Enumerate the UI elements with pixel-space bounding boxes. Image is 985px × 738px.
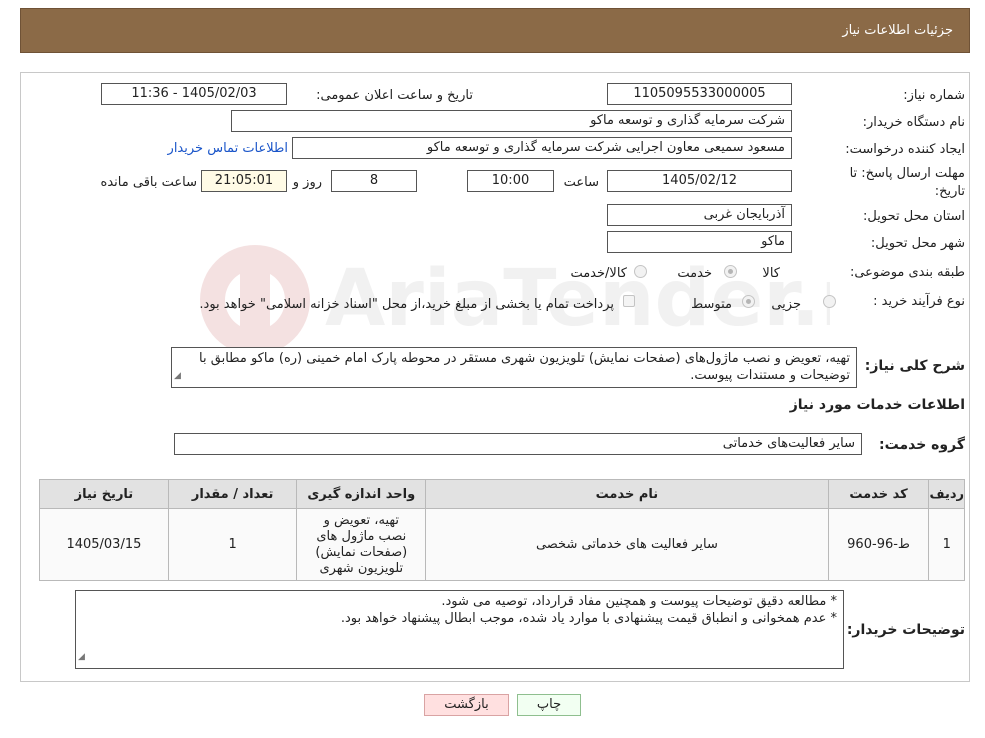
deadline-time-field: 10:00	[467, 170, 554, 192]
process-option-minor-radio[interactable]	[823, 295, 836, 308]
col-date-header: تاریخ نیاز	[39, 479, 169, 509]
col-row-header: ردیف	[928, 479, 965, 509]
process-option-minor-label: جزیی	[771, 297, 801, 312]
cell-qty: 1	[167, 508, 298, 581]
creator-label: ایجاد کننده درخواست:	[845, 142, 965, 157]
treasury-payment-checkbox[interactable]	[623, 295, 635, 307]
category-option-goods-radio[interactable]	[724, 265, 737, 278]
buyer-org-label: نام دستگاه خریدار:	[862, 115, 965, 130]
description-textarea: تهیه، تعویض و نصب ماژول‌های (صفحات نمایش…	[171, 347, 857, 388]
deadline-label-2: تاریخ:	[934, 184, 965, 199]
buyer-org-field: شرکت سرمایه گذاری و توسعه ماکو	[231, 110, 792, 132]
process-option-medium-radio[interactable]	[742, 295, 755, 308]
category-option-service-label: خدمت	[677, 266, 712, 281]
days-field: 8	[331, 170, 417, 192]
province-field: آذربایجان غربی	[607, 204, 792, 226]
category-label: طبقه بندی موضوعی:	[849, 265, 965, 280]
cell-code: ط-96-960	[827, 508, 930, 581]
service-group-field: سایر فعالیت‌های خدماتی	[174, 433, 862, 455]
table-row: 1 ط-96-960 سایر فعالیت های خدماتی شخصی ت…	[39, 508, 965, 581]
page-title: جزئیات اطلاعات نیاز	[842, 23, 953, 38]
category-option-service-radio[interactable]	[634, 265, 647, 278]
time-label: ساعت	[563, 175, 599, 190]
back-button[interactable]: بازگشت	[424, 694, 509, 716]
services-section-title: اطلاعات خدمات مورد نیاز	[789, 397, 965, 413]
days-label: روز و	[292, 175, 322, 190]
cell-date: 1405/03/15	[39, 508, 169, 581]
announce-label: تاریخ و ساعت اعلان عمومی:	[316, 88, 473, 103]
buyer-notes-line-1: * مطالعه دقیق توضیحات پیوست و همچنین مفا…	[441, 594, 837, 609]
need-number-field: 1105095533000005	[607, 83, 792, 105]
description-label: شرح کلی نیاز:	[864, 358, 965, 374]
cell-unit: تهیه، تعویض و نصب ماژول های (صفحات نمایش…	[296, 508, 427, 581]
remaining-time-field: 21:05:01	[201, 170, 287, 192]
process-label: نوع فرآیند خرید :	[873, 294, 965, 309]
resize-handle-icon: ◢	[78, 652, 85, 662]
city-field: ماکو	[607, 231, 792, 253]
deadline-date-field: 1405/02/12	[607, 170, 792, 192]
col-unit-header: واحد اندازه گیری	[296, 479, 427, 509]
buyer-notes-textarea: * مطالعه دقیق توضیحات پیوست و همچنین مفا…	[75, 590, 844, 669]
print-button[interactable]: چاپ	[517, 694, 581, 716]
services-table: ردیف کد خدمت نام خدمت واحد اندازه گیری ت…	[39, 479, 965, 581]
col-name-header: نام خدمت	[425, 479, 829, 509]
announce-datetime-field: 1405/02/03 - 11:36	[101, 83, 287, 105]
buyer-notes-line-2: * عدم همخوانی و انطباق قیمت پیشنهادی با …	[340, 611, 837, 626]
need-number-label: شماره نیاز:	[903, 88, 965, 103]
cell-row: 1	[928, 508, 965, 581]
city-label: شهر محل تحویل:	[870, 236, 965, 251]
col-qty-header: تعداد / مقدار	[167, 479, 298, 509]
deadline-label: مهلت ارسال پاسخ: تا	[849, 166, 965, 181]
province-label: استان محل تحویل:	[863, 209, 965, 224]
category-option-goods-label: کالا	[762, 266, 780, 281]
resize-handle-icon: ◢	[174, 371, 181, 381]
remaining-label: ساعت باقی مانده	[100, 175, 197, 190]
service-group-label: گروه خدمت:	[879, 437, 965, 453]
treasury-payment-note: پرداخت تمام یا بخشی از مبلغ خرید،از محل …	[199, 297, 614, 312]
buyer-contact-link[interactable]: اطلاعات تماس خریدار	[168, 141, 288, 156]
cell-name: سایر فعالیت های خدماتی شخصی	[425, 508, 829, 581]
category-option-both-label: کالا/خدمت	[570, 266, 627, 281]
creator-field: مسعود سمیعی معاون اجرایی شرکت سرمایه گذا…	[292, 137, 792, 159]
col-code-header: کد خدمت	[827, 479, 930, 509]
page-header: جزئیات اطلاعات نیاز	[20, 8, 970, 53]
buyer-notes-label: توضیحات خریدار:	[846, 622, 965, 638]
description-text: تهیه، تعویض و نصب ماژول‌های (صفحات نمایش…	[199, 351, 850, 383]
table-header-row: ردیف کد خدمت نام خدمت واحد اندازه گیری ت…	[39, 479, 965, 509]
process-option-medium-label: متوسط	[691, 297, 732, 312]
